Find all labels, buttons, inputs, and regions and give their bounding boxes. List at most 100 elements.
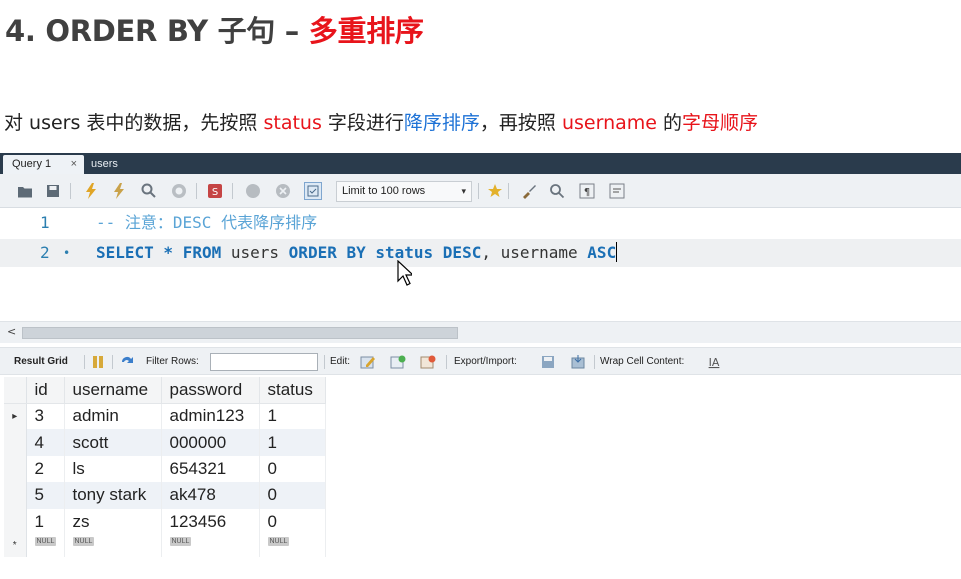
- edit-row-icon[interactable]: [360, 354, 376, 370]
- sql-editor[interactable]: 1 -- 注意：DESC 代表降序排序 2 • SELECT * FROM us…: [0, 208, 961, 270]
- cell[interactable]: scott: [64, 429, 162, 456]
- column-header-id[interactable]: id: [26, 377, 65, 404]
- open-folder-icon[interactable]: [16, 182, 34, 200]
- insert-row-icon[interactable]: [390, 354, 406, 370]
- limit-rows-select[interactable]: Limit to 100 rows ▾: [336, 181, 472, 202]
- toolbar-divider: [324, 355, 325, 369]
- limit-rows-value: Limit to 100 rows: [342, 185, 426, 197]
- rollback-icon[interactable]: [274, 182, 292, 200]
- row-marker: [4, 482, 27, 509]
- delete-row-icon[interactable]: [420, 354, 436, 370]
- cell[interactable]: 4: [26, 429, 65, 456]
- add-snippet-star-icon[interactable]: [486, 182, 504, 200]
- table-row[interactable]: 1 zs 123456 0: [4, 508, 326, 535]
- toolbar-divider: [232, 183, 233, 199]
- cell[interactable]: zs: [64, 508, 162, 535]
- cell[interactable]: 0: [259, 455, 326, 483]
- import-icon[interactable]: [570, 354, 586, 370]
- table-row[interactable]: 5 tony stark ak478 0: [4, 482, 326, 509]
- sql-keyword: FROM: [182, 243, 222, 262]
- cell[interactable]: admin: [64, 403, 162, 430]
- table-row[interactable]: 2 ls 654321 0: [4, 455, 326, 483]
- desc-part: 降序排序: [403, 112, 480, 134]
- refresh-icon[interactable]: [120, 354, 136, 370]
- cell[interactable]: 0: [259, 482, 326, 509]
- cell[interactable]: ls: [64, 455, 162, 483]
- new-row[interactable]: * NULL NULL NULL NULL: [4, 534, 326, 557]
- table-row[interactable]: 4 scott 000000 1: [4, 429, 326, 456]
- word-wrap-icon[interactable]: [608, 182, 626, 200]
- desc-part: username: [561, 112, 657, 134]
- cell[interactable]: 3: [26, 403, 65, 430]
- cell[interactable]: 123456: [161, 508, 260, 535]
- toggle-error-icon[interactable]: S: [206, 182, 224, 200]
- toolbar-divider: [70, 183, 71, 199]
- column-header-password[interactable]: password: [161, 377, 260, 404]
- find-replace-icon[interactable]: [548, 182, 566, 200]
- desc-part: 对 users 表中的数据，先按照: [4, 112, 264, 134]
- desc-part: status: [263, 112, 322, 134]
- scrollbar-thumb[interactable]: [22, 327, 458, 339]
- sql-keyword: SELECT: [96, 243, 154, 262]
- sql-statement: SELECT * FROM users ORDER BY status DESC…: [96, 239, 618, 267]
- beautify-brush-icon[interactable]: [520, 182, 538, 200]
- sql-comment: -- 注意：DESC 代表降序排序: [96, 213, 318, 232]
- explain-magnifier-icon[interactable]: [140, 182, 158, 200]
- null-cell[interactable]: NULL: [161, 534, 260, 557]
- autocommit-icon[interactable]: [304, 182, 322, 200]
- cell[interactable]: 5: [26, 482, 65, 509]
- invisible-chars-icon[interactable]: ¶: [578, 182, 596, 200]
- current-row-marker-icon: ▸: [4, 403, 27, 430]
- cell[interactable]: 1: [26, 508, 65, 535]
- tab-users[interactable]: users: [86, 155, 126, 174]
- commit-icon[interactable]: [244, 182, 262, 200]
- cell[interactable]: 000000: [161, 429, 260, 456]
- toolbar-divider: [84, 355, 85, 369]
- line-number: 2: [40, 243, 50, 262]
- desc-part: 的: [656, 112, 683, 134]
- edit-label: Edit:: [330, 356, 351, 367]
- sql-star: *: [153, 243, 183, 262]
- line-number: 1: [40, 213, 50, 232]
- tab-close-icon[interactable]: ×: [71, 155, 77, 174]
- slide-title-accent: 多重排序: [308, 14, 424, 48]
- cell[interactable]: admin123: [161, 403, 260, 430]
- column-header-username[interactable]: username: [64, 377, 162, 404]
- filter-rows-input[interactable]: [210, 353, 318, 371]
- cell[interactable]: 0: [259, 508, 326, 535]
- cell[interactable]: tony stark: [64, 482, 162, 509]
- filter-rows-label: Filter Rows:: [146, 356, 199, 367]
- cell[interactable]: 1: [259, 403, 326, 430]
- grid-header-row: id username password status: [4, 377, 326, 404]
- save-icon[interactable]: [44, 182, 62, 200]
- table-row[interactable]: ▸ 3 admin admin123 1: [4, 403, 326, 430]
- editor-line: 1 -- 注意：DESC 代表降序排序: [0, 209, 961, 237]
- mouse-pointer-icon: [397, 260, 412, 286]
- export-icon[interactable]: [540, 354, 556, 370]
- execute-current-icon[interactable]: [111, 182, 129, 200]
- desc-part: ，再按照: [479, 112, 562, 134]
- horizontal-scrollbar[interactable]: <: [0, 321, 961, 343]
- null-cell[interactable]: NULL: [64, 534, 162, 557]
- wrap-cell-toggle-icon[interactable]: IA: [706, 354, 722, 370]
- toolbar-divider: [478, 183, 479, 199]
- cell[interactable]: 1: [259, 429, 326, 456]
- result-grid-label[interactable]: Result Grid: [14, 356, 68, 367]
- grid-columns-icon[interactable]: [90, 354, 106, 370]
- null-cell[interactable]: NULL: [26, 534, 65, 557]
- export-import-label: Export/Import:: [454, 356, 517, 367]
- editor-toolbar: S Limit to 100 rows ▾ ¶: [0, 174, 961, 208]
- tab-query-1[interactable]: Query 1 ×: [3, 155, 84, 174]
- row-marker: [4, 429, 27, 456]
- stop-icon[interactable]: [170, 182, 188, 200]
- cell[interactable]: 654321: [161, 455, 260, 483]
- row-marker: [4, 455, 27, 483]
- cell[interactable]: 2: [26, 455, 65, 483]
- null-cell[interactable]: NULL: [259, 534, 326, 557]
- scroll-left-arrow-icon[interactable]: <: [7, 325, 16, 338]
- execute-lightning-icon[interactable]: [82, 182, 100, 200]
- cell[interactable]: ak478: [161, 482, 260, 509]
- column-header-status[interactable]: status: [259, 377, 326, 404]
- svg-text:¶: ¶: [584, 187, 590, 198]
- slide-title: 4. ORDER BY 子句 – 多重排序: [5, 8, 424, 50]
